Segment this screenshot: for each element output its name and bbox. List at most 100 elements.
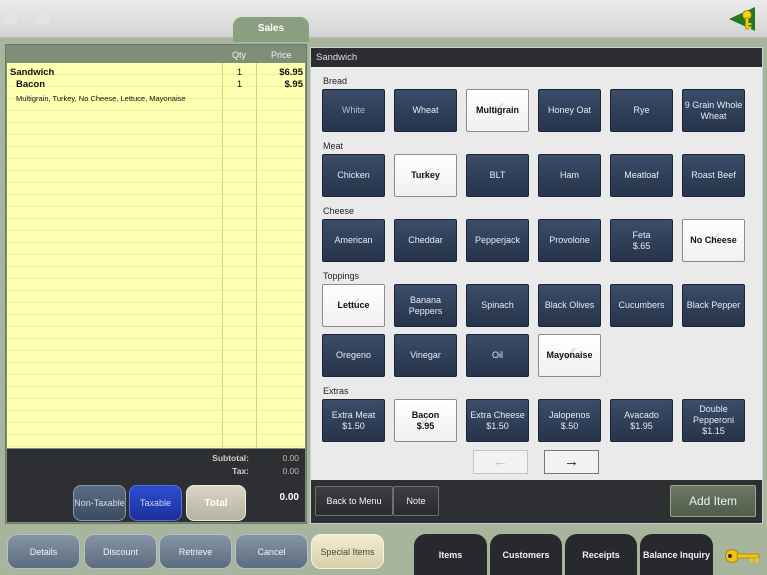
option-price: $.65 <box>632 240 651 251</box>
option-label: Wheat <box>412 105 438 116</box>
tab-items[interactable]: Items <box>414 534 487 575</box>
line-qty: 1 <box>236 67 243 78</box>
option-name: Oregeno <box>335 350 372 360</box>
option-turkey-button[interactable]: ✓ Turkey <box>394 154 457 197</box>
option-feta-button[interactable]: Feta $.65 <box>610 219 673 262</box>
prev-page-button[interactable]: ← <box>473 450 528 474</box>
taxable-button[interactable]: Taxable <box>129 485 182 521</box>
option-label: Oil <box>492 350 503 361</box>
option-9-grain-whole-wheat-button[interactable]: 9 Grain Whole Wheat <box>682 89 745 132</box>
item-panel: Sandwich Bread White Wheat ✓ Multigrain Honey… <box>310 47 763 524</box>
option-label: Rye <box>633 105 649 116</box>
option-name: No Cheese <box>690 235 737 245</box>
total-button[interactable]: Total <box>186 485 246 521</box>
tax-value: 0.00 <box>282 466 299 476</box>
option-name: Chicken <box>337 170 370 180</box>
tab-balance-inquiry[interactable]: Balance Inquiry <box>640 534 713 575</box>
option-label: Cheddar <box>408 235 443 246</box>
option-label: White <box>342 105 365 116</box>
option-avacado-button[interactable]: Avacado $1.95 <box>610 399 673 442</box>
line-price: $6.95 <box>279 67 303 78</box>
option-honey-oat-button[interactable]: Honey Oat <box>538 89 601 132</box>
option-pepperjack-button[interactable]: Pepperjack <box>466 219 529 262</box>
option-label: Provolone <box>549 235 590 246</box>
option-label: Lettuce <box>337 300 369 311</box>
retrieve-button[interactable]: Retrieve <box>159 534 232 569</box>
option-label: Double Pepperoni $1.15 <box>683 404 744 437</box>
option-label: Turkey <box>411 170 440 181</box>
option-white-button[interactable]: White <box>322 89 385 132</box>
option-extra-meat-button[interactable]: Extra Meat $1.50 <box>322 399 385 442</box>
discount-button[interactable]: Discount <box>84 534 157 569</box>
option-american-button[interactable]: American <box>322 219 385 262</box>
section-label: Meat <box>323 141 344 151</box>
note-button[interactable]: Note <box>393 486 439 516</box>
option-name: Roast Beef <box>691 170 736 180</box>
option-jalopenos-button[interactable]: Jalopenos $.50 <box>538 399 601 442</box>
option-name: Mayonaise <box>546 350 593 360</box>
add-item-button[interactable]: Add Item <box>670 485 756 517</box>
option-banana-peppers-button[interactable]: Banana Peppers <box>394 284 457 327</box>
option-name: Turkey <box>411 170 440 180</box>
option-wheat-button[interactable]: Wheat <box>394 89 457 132</box>
tab-customers[interactable]: Customers <box>490 534 562 575</box>
option-provolone-button[interactable]: Provolone <box>538 219 601 262</box>
key-icon[interactable] <box>724 545 762 567</box>
option-meatloaf-button[interactable]: Meatloaf <box>610 154 673 197</box>
option-extra-cheese-button[interactable]: Extra Cheese $1.50 <box>466 399 529 442</box>
special-items-button[interactable]: Special Items <box>311 534 384 569</box>
order-line-item[interactable]: Bacon 1 $.95 <box>13 79 311 91</box>
option-cucumbers-button[interactable]: Cucumbers <box>610 284 673 327</box>
option-ham-button[interactable]: Ham <box>538 154 601 197</box>
option-rye-button[interactable]: Rye <box>610 89 673 132</box>
option-lettuce-button[interactable]: ✓ Lettuce <box>322 284 385 327</box>
order-lines[interactable]: Sandwich 1 $6.95 Bacon 1 $.95 Multigrain… <box>7 63 305 448</box>
option-spinach-button[interactable]: Spinach <box>466 284 529 327</box>
option-price: $1.50 <box>486 420 509 431</box>
option-name: BLT <box>489 170 506 180</box>
section-label: Toppings <box>323 271 360 281</box>
option-name: Meatloaf <box>624 170 659 180</box>
option-oil-button[interactable]: Oil <box>466 334 529 377</box>
details-button[interactable]: Details <box>7 534 80 569</box>
next-page-button[interactable]: → <box>544 450 599 474</box>
option-oregeno-button[interactable]: Oregeno <box>322 334 385 377</box>
option-cheddar-button[interactable]: Cheddar <box>394 219 457 262</box>
option-no-cheese-button[interactable]: ✓ No Cheese <box>682 219 745 262</box>
option-bacon-button[interactable]: ✓ Bacon $.95 <box>394 399 457 442</box>
option-name: Oil <box>492 350 503 360</box>
option-label: BLT <box>490 170 506 181</box>
option-black-pepper-button[interactable]: Black Pepper <box>682 284 745 327</box>
option-label: Oregeno <box>336 350 371 361</box>
tab-receipts[interactable]: Receipts <box>565 534 637 575</box>
option-multigrain-button[interactable]: ✓ Multigrain <box>466 89 529 132</box>
tab-sales[interactable]: Sales <box>233 17 309 42</box>
option-label: Meatloaf <box>624 170 659 181</box>
option-label: No Cheese <box>690 235 737 246</box>
top-bar-mark <box>3 10 17 24</box>
non-taxable-button[interactable]: Non-Taxable <box>73 485 126 521</box>
key-icon[interactable] <box>727 4 757 34</box>
option-vinegar-button[interactable]: Vinegar <box>394 334 457 377</box>
option-mayonaise-button[interactable]: ✓ Mayonaise <box>538 334 601 377</box>
option-price: $1.15 <box>702 426 725 436</box>
option-blt-button[interactable]: BLT <box>466 154 529 197</box>
option-name: Jalopenos <box>548 409 591 420</box>
option-double-pepperoni-button[interactable]: Double Pepperoni $1.15 <box>682 399 745 442</box>
line-name: Bacon <box>16 79 46 90</box>
cancel-button[interactable]: Cancel <box>235 534 308 569</box>
option-label: Banana Peppers <box>395 295 456 317</box>
option-name: Rye <box>633 105 650 115</box>
option-roast-beef-button[interactable]: Roast Beef <box>682 154 745 197</box>
option-label: Pepperjack <box>475 235 520 246</box>
option-chicken-button[interactable]: Chicken <box>322 154 385 197</box>
option-name: Pepperjack <box>474 235 521 245</box>
subtotal-label: Subtotal: <box>212 453 249 463</box>
option-label: Bacon $.95 <box>412 410 440 432</box>
option-black-olives-button[interactable]: Black Olives <box>538 284 601 327</box>
option-name: 9 Grain Whole Wheat <box>684 99 743 121</box>
order-line-item[interactable]: Sandwich 1 $6.95 <box>7 67 305 79</box>
line-qty: 1 <box>236 79 243 90</box>
back-to-menu-button[interactable]: Back to Menu <box>315 486 393 516</box>
totals-area: Subtotal: 0.00 Tax: 0.00 Non-Taxable Tax… <box>7 449 305 522</box>
